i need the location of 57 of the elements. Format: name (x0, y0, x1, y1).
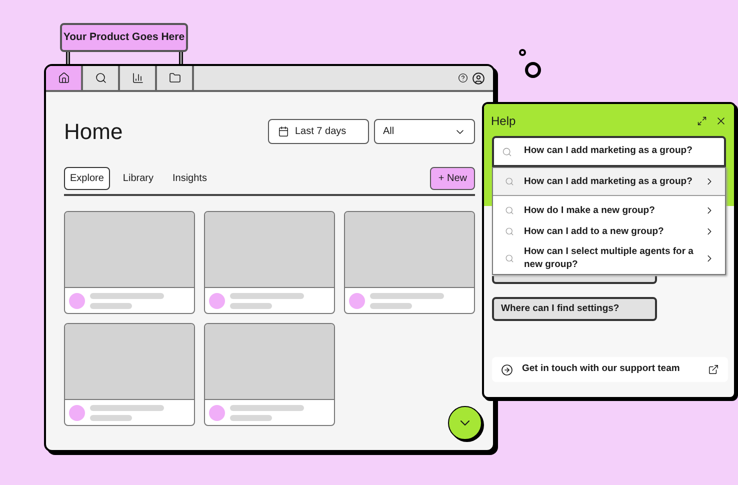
text-placeholder (90, 414, 132, 420)
search-icon (505, 227, 514, 236)
new-button[interactable]: + New (430, 167, 475, 190)
support-text: Get in touch with our support team (522, 362, 680, 376)
text-placeholder (230, 302, 272, 308)
suggestion-chip[interactable] (492, 276, 657, 284)
search-icon (505, 254, 514, 262)
suggestion-text: How can I add marketing as a group? (524, 175, 694, 188)
suggestion-item[interactable]: How can I add to a new group? (493, 221, 725, 242)
text-placeholder (90, 302, 132, 308)
suggestion-text: How do I make a new group? (524, 204, 656, 217)
sign-text: Your Product Goes Here (63, 30, 185, 45)
page-title: Home (64, 120, 123, 142)
placeholder-card[interactable] (64, 323, 195, 426)
search-value: How can I add marketing as a group? (524, 144, 692, 158)
suggestion-text: How can I select multiple agents for a new group? (524, 245, 694, 271)
content-tab[interactable]: Insights (166, 167, 213, 190)
external-link-icon (708, 364, 719, 375)
arrow-circle-icon (501, 364, 513, 376)
avatar-placeholder (209, 404, 225, 420)
suggestion-item[interactable]: How do I make a new group? (493, 200, 725, 221)
bar-chart-icon (132, 72, 144, 84)
folder-icon (168, 72, 180, 84)
placeholder-card[interactable] (204, 323, 335, 426)
search-icon (502, 146, 512, 156)
close-icon[interactable] (715, 115, 727, 127)
text-placeholder (370, 302, 412, 308)
calendar-icon (278, 126, 289, 137)
search-icon (94, 72, 106, 84)
placeholder-card[interactable] (204, 211, 335, 314)
avatar-icon[interactable] (472, 72, 485, 84)
help-search-field[interactable]: How can I add marketing as a group? (492, 136, 726, 167)
ring-shape (525, 62, 541, 78)
expand-icon[interactable] (697, 116, 707, 126)
suggestion-text: How can I add to a new group? (524, 225, 665, 238)
ring-shape (519, 49, 526, 56)
text-placeholder (230, 414, 272, 420)
search-icon (505, 177, 514, 186)
help-icon[interactable] (458, 73, 468, 83)
select-dropdown[interactable]: All (374, 119, 475, 144)
suggestion-item[interactable]: How can I add marketing as a group? (493, 168, 725, 196)
avatar-placeholder (69, 404, 85, 420)
content-tab[interactable]: Explore (64, 167, 110, 190)
search-icon (505, 206, 514, 215)
support-link[interactable]: Get in touch with our support team (492, 357, 728, 382)
avatar-placeholder (69, 292, 85, 308)
help-title: Help (491, 113, 516, 130)
nav-tab[interactable] (46, 66, 83, 90)
date-filter[interactable]: Last 7 days (268, 119, 369, 144)
content-tab[interactable]: Library (116, 167, 160, 190)
avatar-placeholder (349, 292, 365, 308)
placeholder-card[interactable] (64, 211, 195, 314)
suggestion-item[interactable]: How can I select multiple agents for a new group? (493, 242, 725, 274)
avatar-placeholder (209, 292, 225, 308)
placeholder-card[interactable] (344, 211, 475, 314)
home-icon (58, 72, 70, 84)
suggestion-chip[interactable]: Where can I find settings? (492, 297, 657, 321)
